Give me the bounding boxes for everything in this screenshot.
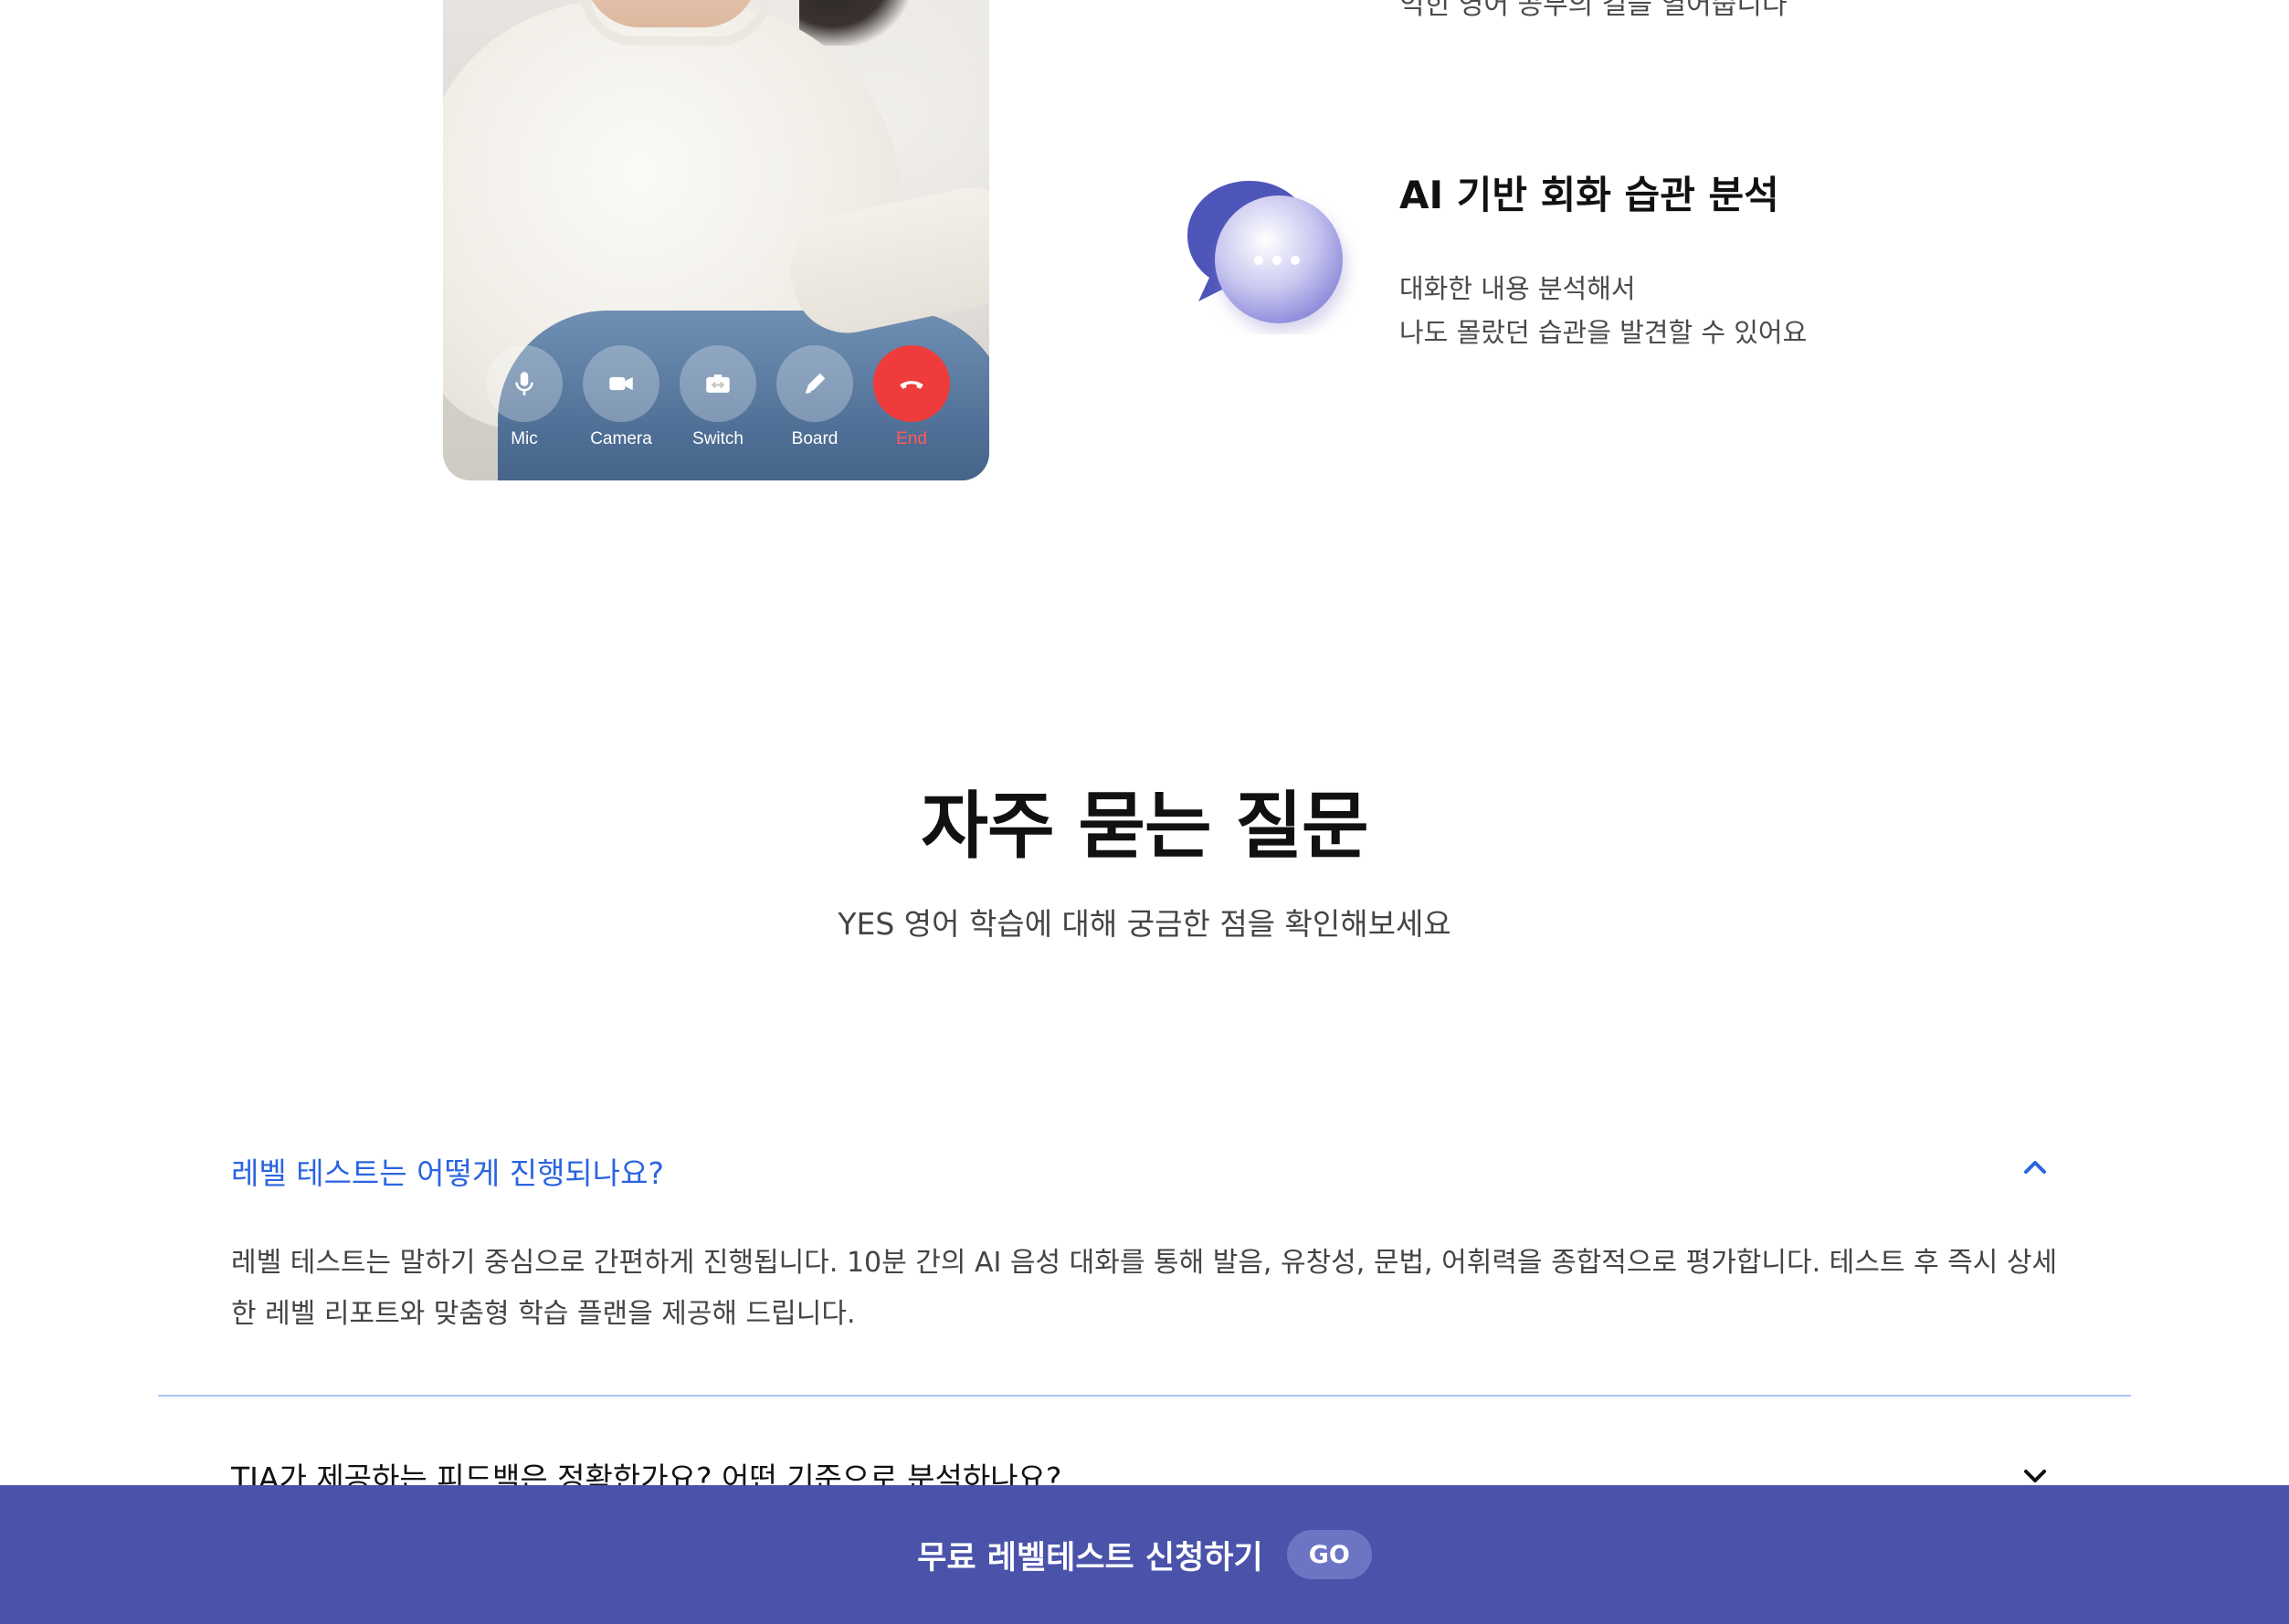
cta-label[interactable]: 무료 레벨테스트 신청하기 (917, 1532, 1263, 1578)
video-call-mockup: Mic Camera Switch Board End (443, 0, 989, 480)
chevron-down-icon[interactable] (2021, 1465, 2049, 1487)
call-controls: Mic Camera Switch Board End (486, 345, 950, 449)
faq-title: 자주 묻는 질문 (921, 784, 1368, 869)
ai-analysis-desc: 대화한 내용 분석해서 나도 몰랐던 습관을 발견할 수 있어요 (1399, 267, 1807, 354)
faq-subtitle: YES 영어 학습에 대해 궁금한 점을 확인해보세요 (838, 906, 1451, 942)
camera-icon (583, 345, 659, 422)
pen-icon (776, 345, 853, 422)
ai-analysis-title: AI 기반 회화 습관 분석 (1399, 173, 1779, 217)
switch-camera-icon (680, 345, 756, 422)
switch-control[interactable]: Switch (680, 345, 756, 449)
cta-bar[interactable]: 무료 레벨테스트 신청하기 GO (0, 1485, 2289, 1624)
chevron-up-icon[interactable] (2021, 1156, 2049, 1178)
sweater-collar (580, 0, 772, 46)
cta-go-button[interactable]: GO (1286, 1530, 1372, 1579)
camera-label: Camera (590, 429, 652, 448)
ai-analysis-desc-line1: 대화한 내용 분석해서 (1399, 273, 1636, 304)
phone-end-icon (873, 345, 950, 422)
mic-icon (486, 345, 563, 422)
end-call-control[interactable]: End (873, 345, 950, 449)
faq-question-1[interactable]: 레벨 테스트는 어떻게 진행되나요? (231, 1149, 664, 1193)
mic-label: Mic (511, 429, 538, 448)
switch-label: Switch (692, 429, 744, 448)
end-label: End (896, 429, 927, 448)
faq-answer-1: 레벨 테스트는 말하기 중심으로 간편하게 진행됩니다. 10분 간의 AI 음… (231, 1247, 2058, 1330)
faq-divider (158, 1395, 2131, 1397)
mic-control[interactable]: Mic (486, 345, 563, 449)
board-control[interactable]: Board (776, 345, 853, 449)
board-label: Board (791, 429, 839, 448)
camera-control[interactable]: Camera (583, 345, 659, 449)
previous-feature-desc: 익힌 영어 공부의 길을 열어줍니다 (1399, 0, 1788, 21)
chat-bubbles-icon (1186, 179, 1359, 334)
ai-analysis-desc-line2: 나도 몰랐던 습관을 발견할 수 있어요 (1399, 317, 1808, 348)
